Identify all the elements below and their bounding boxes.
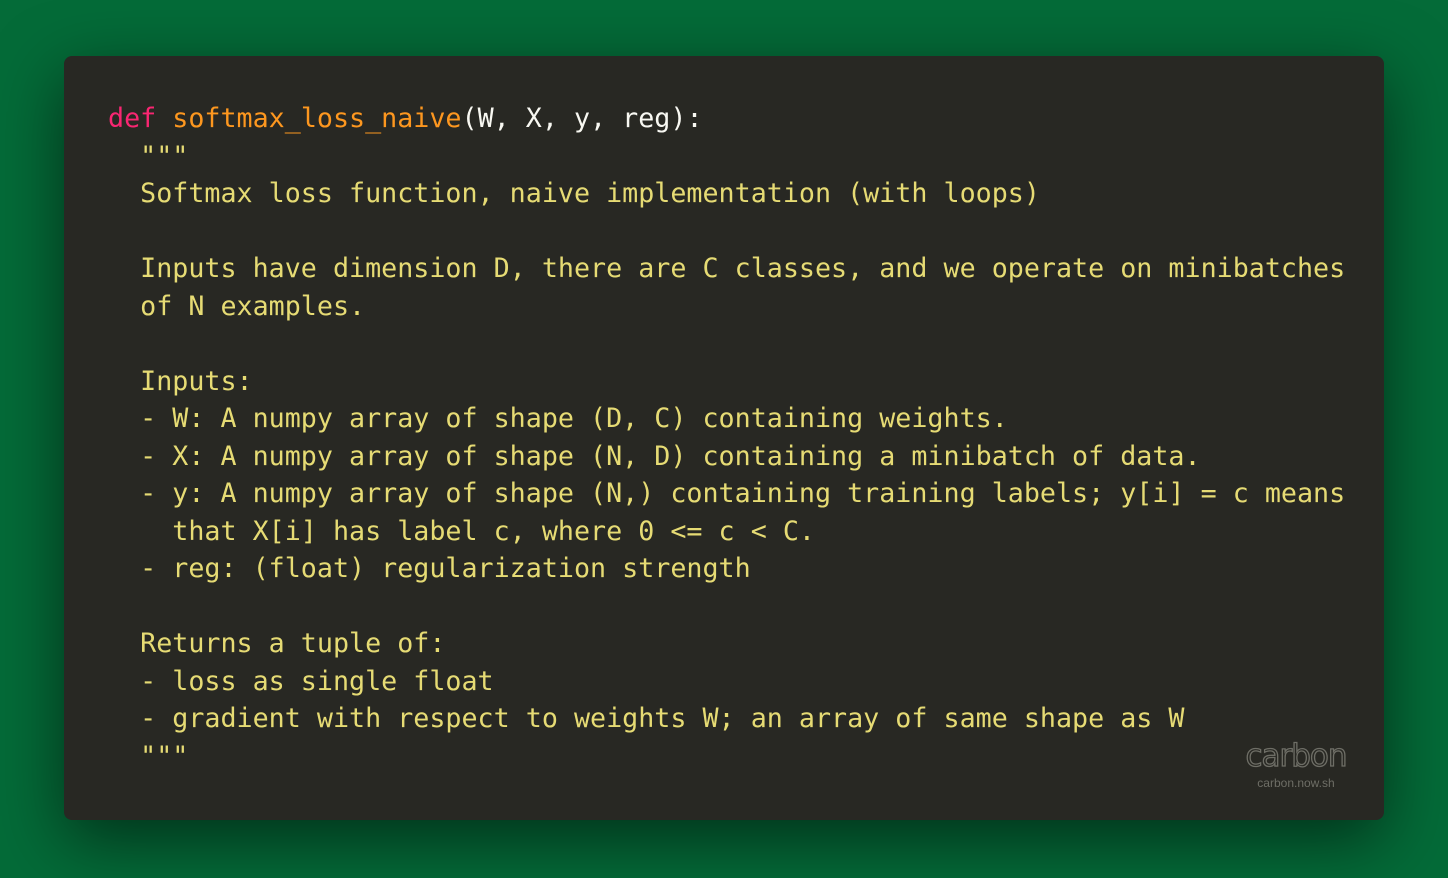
code-line: that X[i] has label c, where 0 <= c < C. [108, 515, 815, 547]
function-signature: (W, X, y, reg): [461, 103, 703, 134]
code-line-def: def softmax_loss_naive(W, X, y, reg): [108, 100, 1345, 138]
code-line: Returns a tuple of: [108, 628, 446, 659]
code-line: - reg: (float) regularization strength [108, 553, 751, 584]
code-line: - X: A numpy array of shape (N, D) conta… [108, 440, 1201, 472]
function-name: softmax_loss_naive [172, 103, 462, 134]
carbon-logo: carbon [1245, 737, 1348, 774]
code-line: - loss as single float [108, 665, 494, 697]
code-line: - W: A numpy array of shape (D, C) conta… [108, 403, 1008, 434]
code-line: Inputs: [108, 365, 253, 397]
carbon-url: carbon.now.sh [1257, 776, 1335, 790]
code-block: def softmax_loss_naive(W, X, y, reg): ""… [108, 100, 1345, 775]
code-line: Inputs have dimension D, there are C cla… [108, 253, 1346, 284]
code-line: of N examples. [108, 290, 366, 322]
carbon-watermark: carbon carbon.now.sh [1226, 736, 1366, 790]
code-line: - y: A numpy array of shape (N,) contain… [108, 478, 1346, 509]
code-line: - gradient with respect to weights W; an… [108, 703, 1185, 734]
def-keyword: def [108, 103, 157, 134]
code-line: """ [108, 140, 189, 172]
code-line: Softmax loss function, naive implementat… [108, 178, 1040, 209]
code-line: """ [108, 740, 189, 772]
